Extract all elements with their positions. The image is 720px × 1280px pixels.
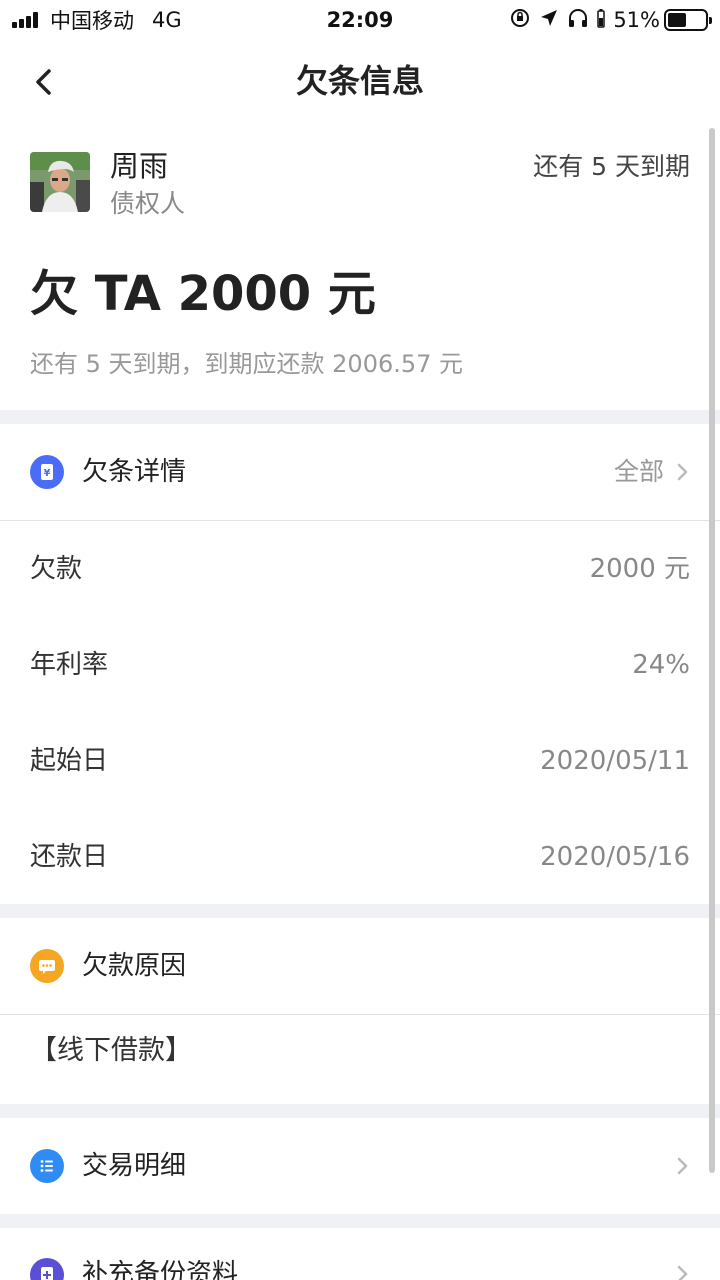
chevron-right-icon[interactable] [670, 1262, 694, 1280]
detail-row-start-date: 起始日 2020/05/11 [0, 713, 720, 809]
detail-label: 年利率 [30, 650, 109, 680]
headphones-icon [567, 7, 589, 33]
detail-value: 24% [632, 650, 690, 680]
backup-header[interactable]: 补充备份资料 [0, 1228, 720, 1280]
nav-bar: 欠条信息 [0, 40, 720, 126]
details-all-link[interactable]: 全部 [614, 454, 664, 490]
scrollbar[interactable] [709, 128, 715, 1173]
creditor-role: 债权人 [110, 189, 186, 218]
details-header[interactable]: ¥ 欠条详情 全部 [0, 424, 720, 520]
detail-label: 欠款 [30, 554, 83, 584]
backup-title: 补充备份资料 [82, 1259, 239, 1280]
svg-text:¥: ¥ [44, 468, 51, 479]
owe-amount: 欠 TA 2000 元 [30, 266, 376, 322]
details-section: ¥ 欠条详情 全部 欠款 2000 元 年利率 24% 起始日 2020/05/… [0, 424, 720, 904]
detail-label: 起始日 [30, 746, 109, 776]
reason-text: 【线下借款】 [30, 1035, 192, 1066]
due-status: 还有 5 天到期 [533, 152, 690, 181]
detail-row-rate: 年利率 24% [0, 617, 720, 713]
reason-title: 欠款原因 [82, 951, 187, 981]
detail-row-amount: 欠款 2000 元 [0, 521, 720, 617]
detail-value: 2000 元 [589, 554, 690, 584]
yuan-ticket-icon: ¥ [30, 455, 64, 489]
orientation-lock-icon [509, 7, 531, 33]
transactions-section[interactable]: 交易明细 [0, 1118, 720, 1214]
battery-small-icon [597, 8, 606, 32]
creditor-name: 周雨 [110, 149, 169, 183]
reason-section: 欠款原因 【线下借款】 [0, 918, 720, 1104]
due-description: 还有 5 天到期，到期应还款 2006.57 元 [30, 350, 464, 378]
debt-summary-card: 周雨 债权人 还有 5 天到期 欠 TA 2000 元 还有 5 天到期，到期应… [0, 126, 720, 410]
chevron-right-icon[interactable] [670, 460, 694, 484]
backup-section[interactable]: 补充备份资料 [0, 1228, 720, 1280]
battery-icon [664, 9, 712, 31]
details-title: 欠条详情 [82, 457, 187, 487]
list-icon [30, 1149, 64, 1183]
status-bar: 中国移动 4G 22:09 51% [0, 0, 720, 40]
detail-value: 2020/05/16 [540, 842, 690, 872]
transactions-title: 交易明细 [82, 1151, 187, 1181]
avatar[interactable] [30, 152, 90, 212]
detail-label: 还款日 [30, 842, 109, 872]
reason-header: 欠款原因 [0, 918, 720, 1014]
detail-value: 2020/05/11 [540, 746, 690, 776]
battery-percent: 51% [613, 8, 660, 32]
page-title: 欠条信息 [295, 62, 424, 100]
detail-row-repay-date: 还款日 2020/05/16 [0, 809, 720, 905]
chevron-right-icon[interactable] [670, 1154, 694, 1178]
transactions-header[interactable]: 交易明细 [0, 1118, 720, 1214]
location-icon [539, 8, 559, 32]
plus-doc-icon [30, 1258, 64, 1280]
message-icon [30, 949, 64, 983]
